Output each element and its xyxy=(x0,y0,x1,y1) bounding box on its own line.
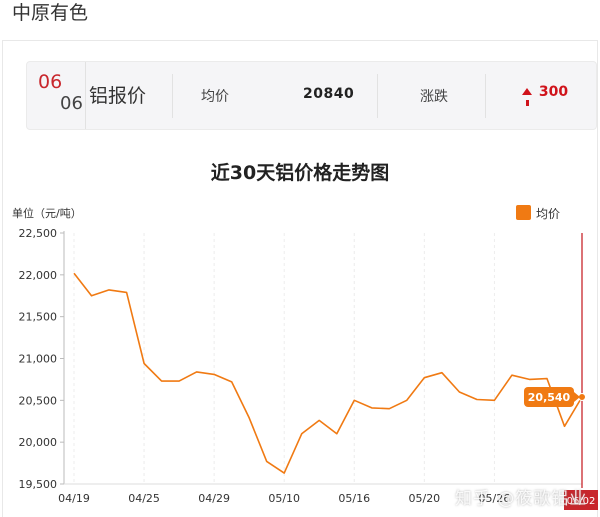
x-tick-label: 04/29 xyxy=(198,492,230,505)
line-chart: 19,500 20,000 20,500 21,000 21,500 22,000 22,5… xyxy=(19,227,598,510)
x-tick-label: 04/19 xyxy=(58,492,90,505)
y-tick-label: 22,500 xyxy=(19,227,58,240)
x-tick-label: 05/16 xyxy=(338,492,370,505)
x-tick-label: 04/25 xyxy=(128,492,160,505)
y-tick-label: 21,500 xyxy=(19,311,58,324)
y-tick-label: 19,500 xyxy=(19,478,58,491)
y-tick-label: 21,000 xyxy=(19,353,58,366)
y-tick-label: 20,500 xyxy=(19,394,58,407)
series-line-avg xyxy=(73,272,583,474)
y-tick-label: 22,000 xyxy=(19,269,58,282)
x-tick-label: 05/10 xyxy=(268,492,300,505)
watermark: 知乎 @筱歌铝业 xyxy=(455,489,588,509)
y-tick-label: 20,000 xyxy=(19,436,58,449)
x-tick-label: 05/20 xyxy=(408,492,440,505)
value-tooltip-label: 20,540 xyxy=(528,391,571,404)
